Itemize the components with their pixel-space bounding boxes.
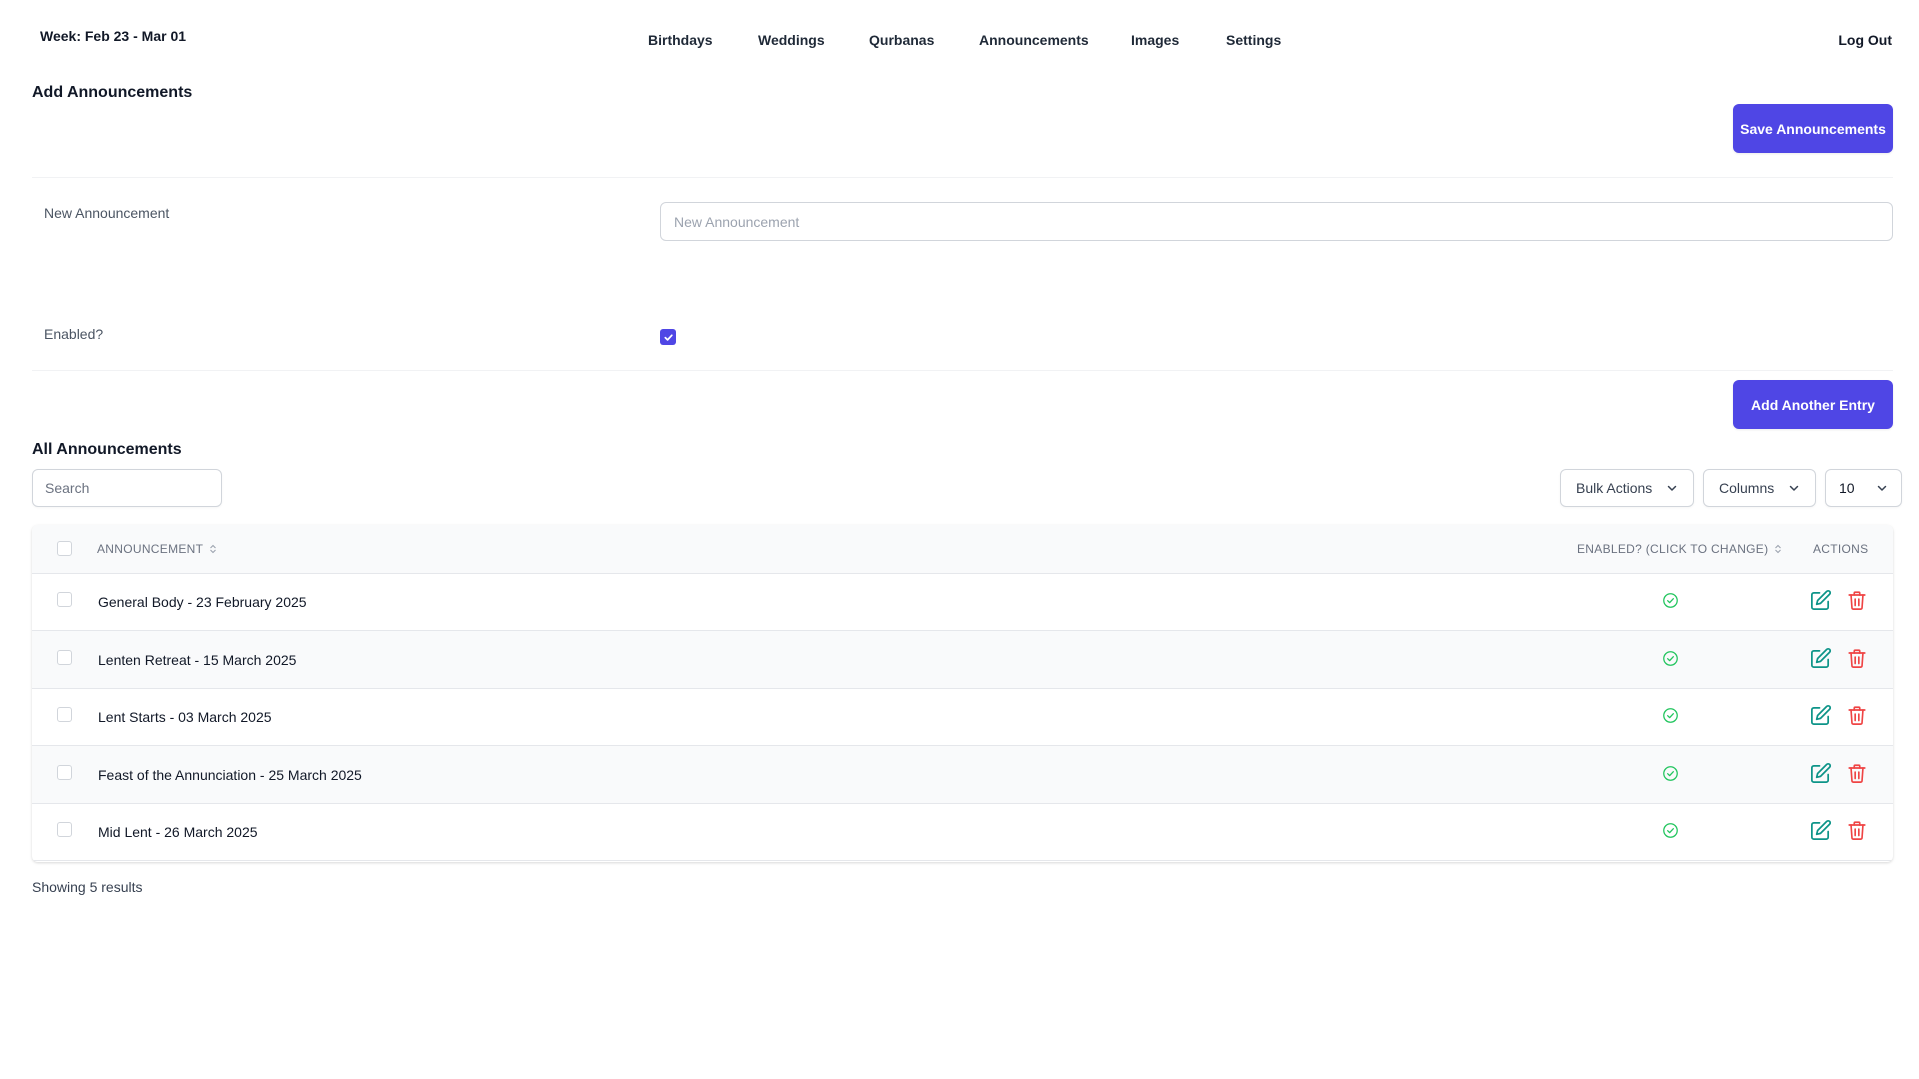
nav-settings[interactable]: Settings [1226,32,1281,48]
column-enabled[interactable]: ENABLED? (CLICK TO CHANGE) [1577,542,1782,556]
nav-birthdays[interactable]: Birthdays [648,32,713,48]
edit-icon[interactable] [1809,704,1832,727]
chevron-down-icon [1877,485,1887,491]
bulk-actions-label: Bulk Actions [1576,480,1653,496]
select-all-checkbox[interactable] [57,541,72,556]
table-row: Feast of the Annunciation - 25 March 202… [32,745,1893,804]
save-announcements-button[interactable]: Save Announcements [1733,104,1893,153]
trash-icon[interactable] [1846,589,1868,612]
column-actions: ACTIONS [1813,542,1868,556]
announcement-text: Lent Starts - 03 March 2025 [98,709,272,725]
edit-icon[interactable] [1809,589,1832,612]
check-icon [663,333,673,341]
column-announcement-label: ANNOUNCEMENT [97,542,204,556]
columns-label: Columns [1719,480,1775,496]
announcement-text: Feast of the Annunciation - 25 March 202… [98,766,362,783]
divider [32,177,1893,178]
table-row: Mid Lent - 26 March 2025 [32,803,1893,861]
all-announcements-heading: All Announcements [32,441,182,458]
check-circle-icon[interactable] [1662,650,1679,667]
trash-icon[interactable] [1846,819,1868,842]
column-enabled-label: ENABLED? (CLICK TO CHANGE) [1577,542,1769,556]
announcement-text: Lenten Retreat - 15 March 2025 [98,651,297,668]
add-announcements-heading: Add Announcements [32,84,193,101]
main-nav: Birthdays Weddings Qurbanas Announcement… [0,32,1919,52]
nav-qurbanas[interactable]: Qurbanas [869,32,934,48]
per-page-value: 10 [1839,480,1855,496]
edit-icon[interactable] [1809,647,1832,670]
search-input[interactable] [32,469,222,507]
nav-weddings[interactable]: Weddings [758,32,825,48]
check-circle-icon[interactable] [1662,707,1679,724]
table-row: Lent Starts - 03 March 2025 [32,688,1893,746]
row-checkbox[interactable] [57,649,72,665]
logout-link[interactable]: Log Out [1838,32,1892,48]
chevron-down-icon [1789,485,1799,491]
announcement-text: General Body - 23 February 2025 [98,594,307,610]
row-checkbox[interactable] [57,764,72,780]
announcement-text: Mid Lent - 26 March 2025 [98,824,258,840]
sort-icon [1775,544,1782,554]
row-checkbox[interactable] [57,592,72,607]
check-circle-icon[interactable] [1662,765,1679,782]
edit-icon[interactable] [1809,819,1832,842]
check-circle-icon[interactable] [1662,822,1679,839]
bulk-actions-dropdown[interactable]: Bulk Actions [1560,469,1694,507]
column-actions-label: ACTIONS [1813,542,1869,556]
column-announcement[interactable]: ANNOUNCEMENT [97,542,217,556]
new-announcement-input[interactable] [660,202,1893,241]
per-page-select[interactable]: 10 [1825,469,1902,507]
trash-icon[interactable] [1846,704,1868,727]
results-count: Showing 5 results [32,879,143,895]
announcements-table: ANNOUNCEMENT ENABLED? (CLICK TO CHANGE) … [32,525,1893,862]
enabled-checkbox[interactable] [660,329,676,345]
divider [32,370,1893,371]
trash-icon[interactable] [1846,647,1868,670]
trash-icon[interactable] [1846,762,1868,785]
nav-announcements[interactable]: Announcements [979,32,1089,48]
row-checkbox[interactable] [57,707,72,722]
enabled-label: Enabled? [44,326,104,342]
check-circle-icon[interactable] [1662,592,1679,609]
row-checkbox[interactable] [57,822,72,837]
sort-icon [210,544,217,554]
add-another-entry-button[interactable]: Add Another Entry [1733,380,1893,429]
edit-icon[interactable] [1809,762,1832,785]
table-row: Lenten Retreat - 15 March 2025 [32,630,1893,689]
table-header: ANNOUNCEMENT ENABLED? (CLICK TO CHANGE) … [32,525,1893,574]
columns-dropdown[interactable]: Columns [1703,469,1816,507]
table-row: General Body - 23 February 2025 [32,573,1893,631]
nav-images[interactable]: Images [1131,32,1179,48]
new-announcement-label: New Announcement [44,205,170,221]
chevron-down-icon [1667,485,1677,491]
